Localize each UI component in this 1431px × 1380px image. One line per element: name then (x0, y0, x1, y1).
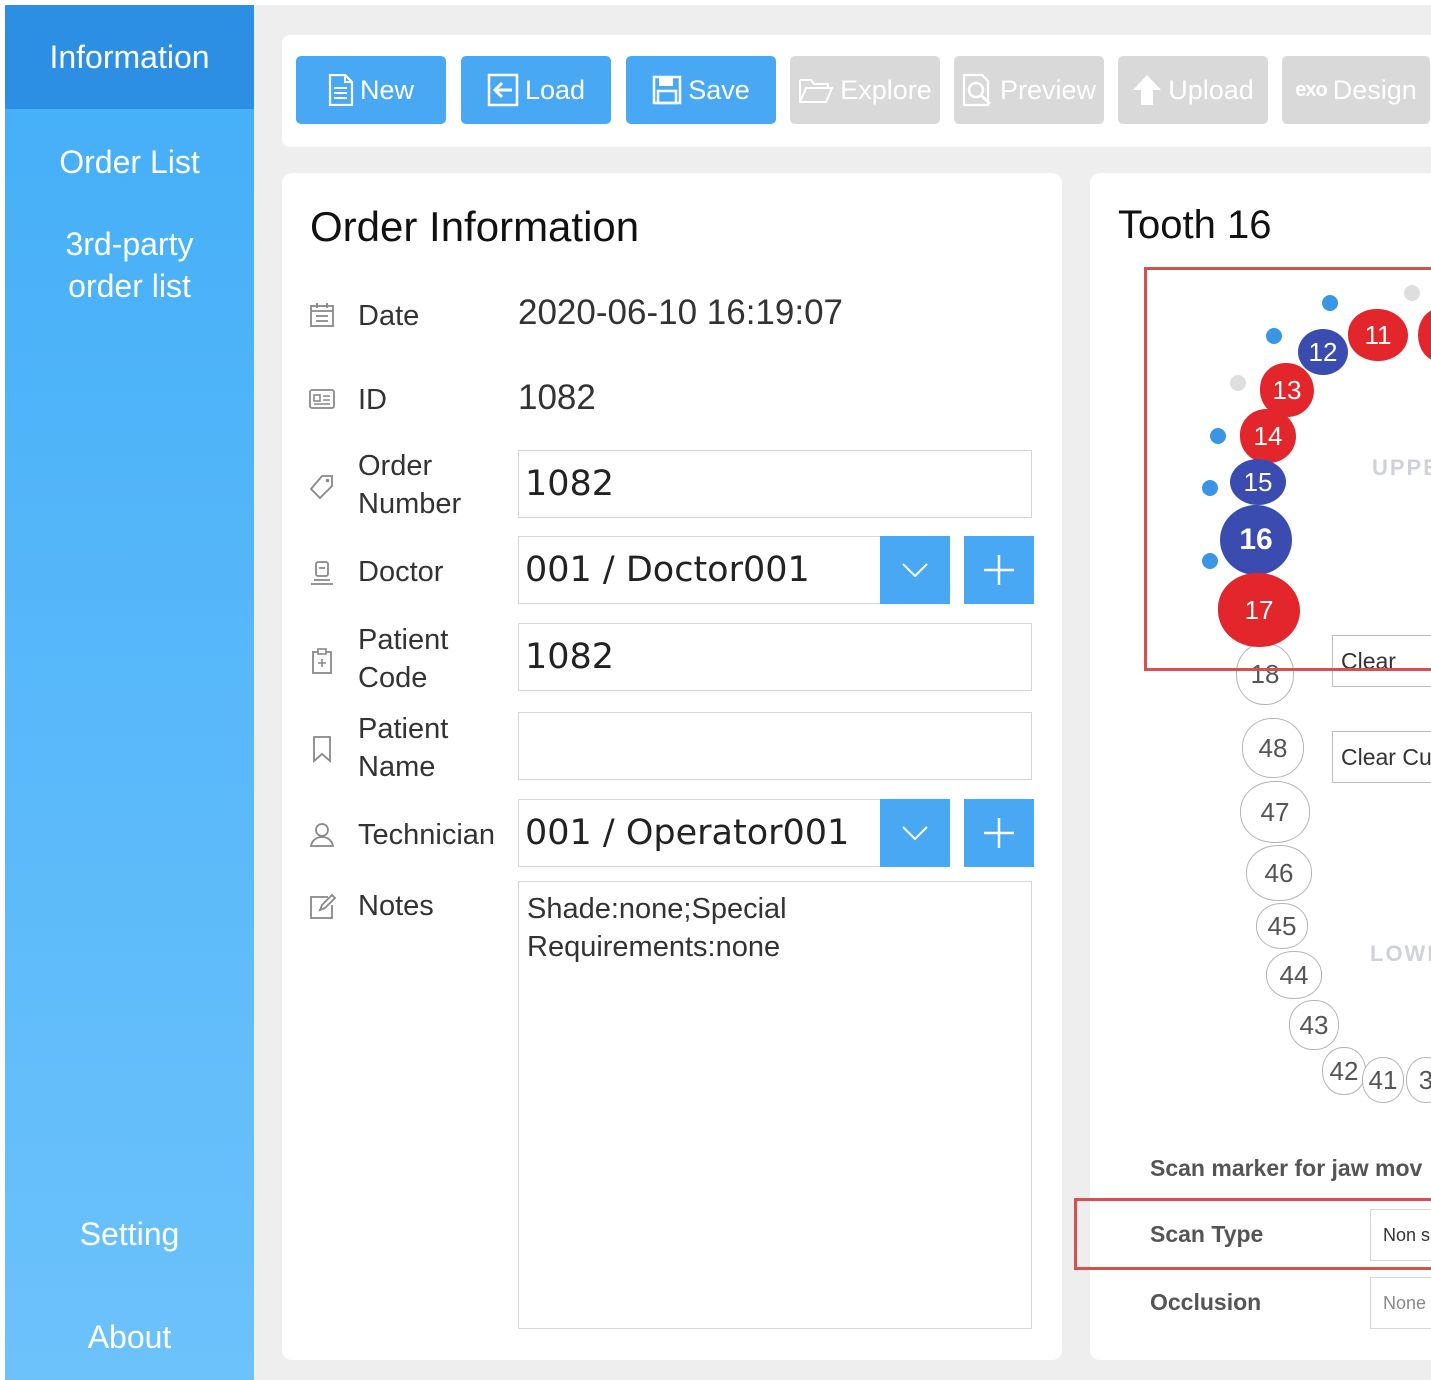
tooth-46[interactable]: 46 (1246, 845, 1312, 901)
tooth-43[interactable]: 43 (1289, 1000, 1339, 1050)
new-button-label: New (359, 74, 414, 105)
exo-logo-icon: exo (1295, 78, 1327, 101)
sidebar: Information Order List 3rd-party order l… (5, 5, 254, 1380)
bookmark-icon (313, 736, 331, 763)
scan-marker-label: Scan marker for jaw mov (1150, 1155, 1423, 1181)
doctor-icon (311, 561, 333, 585)
add-technician-button[interactable] (964, 799, 1034, 867)
scan-type-label: Scan Type (1150, 1221, 1264, 1247)
upload-button-label: Upload (1168, 74, 1254, 105)
new-file-icon (328, 74, 354, 106)
marker-dot[interactable] (1322, 295, 1338, 311)
tooth-14[interactable]: 14 (1240, 409, 1296, 463)
load-button-label: Load (524, 74, 586, 105)
order-information-title: Order Information (310, 203, 640, 250)
upload-arrow-icon (1133, 75, 1162, 105)
tag-icon (309, 475, 333, 500)
tooth-12[interactable]: 12 (1298, 329, 1348, 375)
tooth-45[interactable]: 45 (1256, 903, 1308, 949)
sidebar-item-order-list[interactable]: Order List (5, 141, 254, 183)
calendar-icon (310, 303, 334, 327)
plus-icon (984, 555, 1014, 585)
upper-jaw-label: UPPE (1372, 455, 1431, 480)
tooth-16-selected[interactable]: 16 (1220, 505, 1292, 575)
marker-dot[interactable] (1404, 285, 1420, 301)
tooth-41[interactable]: 41 (1362, 1057, 1404, 1103)
chevron-down-icon (902, 826, 928, 841)
folder-open-icon (799, 79, 834, 103)
technician-dropdown-button[interactable] (880, 799, 950, 867)
marker-dot[interactable] (1230, 375, 1246, 391)
save-button-label: Save (688, 74, 750, 105)
save-button[interactable]: Save (626, 56, 776, 124)
sidebar-item-information[interactable]: Information (5, 5, 254, 109)
tooth-title: Tooth 16 (1118, 203, 1272, 247)
order-number-field[interactable]: 1082 (518, 450, 1032, 518)
doctor-label: Doctor (358, 556, 444, 588)
explore-button[interactable]: Explore (790, 56, 940, 124)
tooth-47[interactable]: 47 (1240, 781, 1310, 843)
preview-button[interactable]: Preview (954, 56, 1104, 124)
order-information-panel: Order Information Date 2020-06-10 16:19:… (282, 173, 1062, 1360)
date-value: 2020-06-10 16:19:07 (518, 293, 843, 332)
sidebar-item-about[interactable]: About (5, 1316, 254, 1358)
id-value: 1082 (518, 378, 596, 417)
tooth-42[interactable]: 42 (1322, 1047, 1366, 1095)
user-icon (309, 823, 335, 847)
patient-name-field[interactable] (518, 712, 1032, 780)
id-card-icon (309, 389, 335, 409)
lower-jaw-label: LOWE (1370, 941, 1431, 966)
main-area: New Load Save Explore Preview Upload exo… (254, 5, 1431, 1380)
exo-design-button[interactable]: exo Design (1282, 56, 1430, 124)
date-label: Date (358, 300, 420, 332)
doctor-dropdown-button[interactable] (880, 536, 950, 604)
id-label: ID (358, 384, 387, 416)
technician-label: Technician (358, 819, 496, 851)
edit-icon (310, 893, 336, 919)
scan-type-select[interactable]: Non s (1370, 1209, 1431, 1261)
occlusion-select[interactable]: None (1370, 1277, 1431, 1329)
marker-dot[interactable] (1266, 328, 1282, 344)
explore-button-label: Explore (840, 74, 932, 105)
tooth-44[interactable]: 44 (1266, 951, 1322, 999)
notes-label: Notes (358, 890, 434, 922)
preview-icon (962, 73, 992, 107)
sidebar-item-3rd-party-order-list[interactable]: 3rd-party order list (5, 223, 254, 307)
add-doctor-button[interactable] (964, 536, 1034, 604)
design-button-label: Design (1332, 74, 1417, 105)
tooth-panel: Tooth 16 18 48 47 46 45 44 43 42 41 3 LO… (1074, 173, 1431, 1360)
plus-icon (984, 818, 1014, 848)
toolbar: New Load Save Explore Preview Upload exo… (282, 35, 1431, 147)
new-button[interactable]: New (296, 56, 446, 124)
order-number-label: Order Number (358, 450, 462, 520)
tooth-17[interactable]: 17 (1218, 573, 1300, 647)
occlusion-label: Occlusion (1150, 1289, 1262, 1315)
chevron-down-icon (902, 563, 928, 578)
load-button[interactable]: Load (461, 56, 611, 124)
load-icon (487, 73, 519, 107)
preview-button-label: Preview (999, 74, 1097, 105)
clear-current-button[interactable]: Clear Cu (1332, 731, 1431, 783)
notes-textarea[interactable]: Shade:none;Special Requirements:none (518, 881, 1032, 1329)
patient-code-field[interactable]: 1082 (518, 623, 1032, 691)
patient-code-label: Patient Code (358, 624, 449, 694)
tooth-15[interactable]: 15 (1230, 459, 1286, 505)
clipboard-icon (312, 648, 332, 674)
marker-dot[interactable] (1210, 428, 1226, 444)
upload-button[interactable]: Upload (1118, 56, 1268, 124)
floppy-disk-icon (652, 75, 682, 105)
tooth-48[interactable]: 48 (1242, 718, 1304, 778)
sidebar-item-setting[interactable]: Setting (5, 1213, 254, 1255)
patient-name-label: Patient Name (358, 713, 449, 783)
marker-dot[interactable] (1202, 553, 1218, 569)
tooth-31[interactable]: 3 (1406, 1057, 1431, 1103)
tooth-11[interactable]: 11 (1348, 309, 1408, 361)
marker-dot[interactable] (1202, 480, 1218, 496)
